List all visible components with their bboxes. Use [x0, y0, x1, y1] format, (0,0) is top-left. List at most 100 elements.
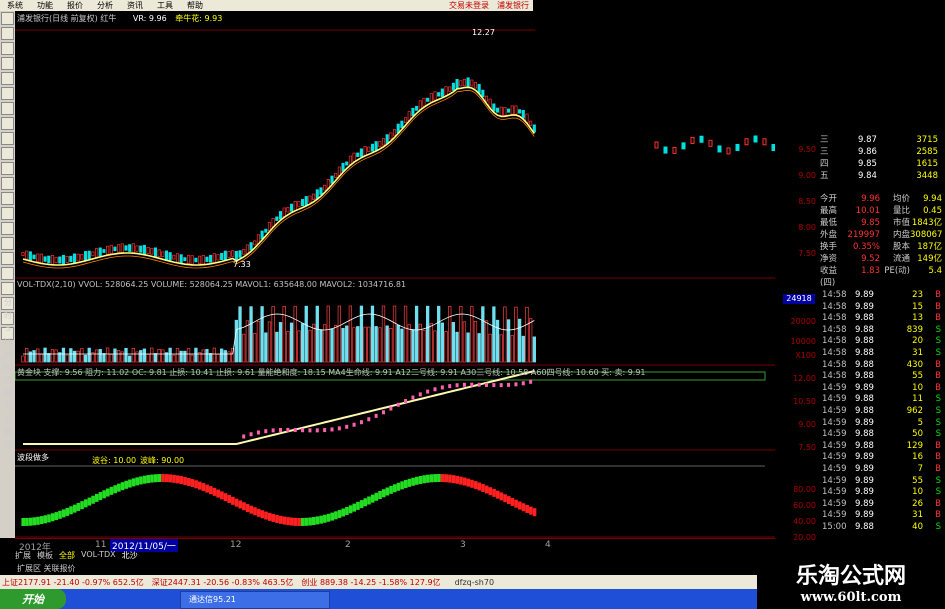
period-item[interactable]: 分: [2, 296, 14, 309]
wave-block: [120, 482, 125, 491]
trade-ticks[interactable]: 14:58 9.89 23 B 14:58 9.89 15 B 14:58 9.88 13 B 14:5…: [822, 290, 945, 533]
volume-bar: [359, 305, 364, 363]
ma-marker: [521, 381, 525, 386]
toolbar-button[interactable]: [1, 222, 14, 235]
period-selector[interactable]: 分时 5 15 30 60 日周月多季年: [2, 296, 14, 452]
wave-block: [161, 474, 165, 483]
toolbar-button[interactable]: [1, 177, 14, 190]
volume-bar: [326, 305, 330, 363]
volume-bar: [186, 348, 191, 363]
period-item[interactable]: 30: [2, 348, 14, 361]
candle: [179, 254, 183, 263]
candle: [242, 249, 246, 255]
tab-vol-tdx[interactable]: VOL-TDX: [81, 550, 116, 562]
period-item[interactable]: 日: [2, 374, 14, 387]
menu-news[interactable]: 资讯: [120, 0, 150, 11]
menu-help[interactable]: 帮助: [180, 0, 210, 11]
ma-marker: [499, 383, 503, 388]
toolbar-button[interactable]: [1, 42, 14, 55]
candle: [47, 255, 51, 264]
period-item[interactable]: 5: [2, 322, 14, 335]
wave-block: [43, 515, 48, 524]
volume-bar: [334, 324, 338, 363]
period-item[interactable]: 多: [2, 413, 14, 426]
candle: [451, 82, 455, 91]
wave-block: [54, 512, 59, 521]
period-item[interactable]: 季: [2, 426, 14, 439]
tab-expand[interactable]: 扩展: [15, 550, 31, 562]
toolbar-button[interactable]: [1, 117, 14, 130]
volume-bar: [514, 306, 518, 363]
toolbar-button[interactable]: [1, 252, 14, 265]
candle: [39, 253, 43, 264]
stat-row: 今开 9.96 均价 9.94: [820, 194, 942, 204]
toolbar-button[interactable]: [1, 12, 14, 25]
toolbar-button[interactable]: [1, 132, 14, 145]
menu-quote[interactable]: 报价: [60, 0, 90, 11]
candle: [323, 184, 327, 191]
candle: [212, 253, 216, 263]
wave-block: [396, 482, 401, 491]
toolbar-button[interactable]: [1, 162, 14, 175]
wave-block: [106, 488, 110, 497]
toolbar-button[interactable]: [1, 282, 14, 295]
toolbar-button[interactable]: [1, 192, 14, 205]
period-item[interactable]: 月: [2, 400, 14, 413]
volume-bar: [440, 322, 445, 363]
candle: [43, 256, 47, 262]
period-item[interactable]: 60: [2, 361, 14, 374]
candle: [345, 161, 349, 166]
wave-block: [444, 474, 449, 483]
wave-block: [142, 475, 147, 484]
bottom-tabs[interactable]: 扩展区 关联报价: [17, 563, 76, 574]
toolbar-button[interactable]: [1, 72, 14, 85]
wave-block: [220, 491, 224, 500]
period-item[interactable]: 15: [2, 335, 14, 348]
menu-analysis[interactable]: 分析: [90, 0, 120, 11]
toolbar-button[interactable]: [1, 207, 14, 220]
tab-all[interactable]: 全部: [59, 550, 75, 562]
wave-block: [521, 503, 526, 512]
task-button[interactable]: 通达信95.21: [180, 591, 330, 609]
candle: [762, 138, 767, 146]
trade-row: 14:59 9.89 31 B: [822, 510, 941, 521]
toolbar-button[interactable]: [1, 267, 14, 280]
toolbar-button[interactable]: [1, 57, 14, 70]
volume-bar: [39, 353, 44, 363]
start-button[interactable]: 开始: [0, 589, 66, 609]
volume-bar: [521, 335, 525, 363]
period-item[interactable]: 周: [2, 387, 14, 400]
candle: [216, 254, 220, 261]
ma-line: [22, 86, 535, 266]
candle: [363, 146, 367, 156]
login-status[interactable]: 交易未登录: [445, 0, 493, 11]
toolbar-button[interactable]: [1, 27, 14, 40]
menu-function[interactable]: 功能: [30, 0, 60, 11]
candle: [510, 105, 514, 115]
volume-bar: [190, 354, 194, 363]
menu-tools[interactable]: 工具: [150, 0, 180, 11]
ma-marker: [330, 427, 334, 432]
candle: [223, 250, 227, 261]
ma-scale: 12.00 10.50 9.00 7.50: [793, 374, 816, 452]
period-item[interactable]: 时: [2, 309, 14, 322]
wave-block: [124, 480, 128, 489]
volume-bar: [525, 306, 529, 363]
wave-block: [227, 494, 231, 503]
volume-bar: [400, 328, 404, 363]
wave-block: [411, 477, 415, 486]
tab-template[interactable]: 模板: [37, 550, 53, 562]
menu-system[interactable]: 系统: [0, 0, 30, 11]
candle: [25, 250, 29, 260]
toolbar-button[interactable]: [1, 237, 14, 250]
wave-block: [76, 502, 81, 511]
period-item[interactable]: 年: [2, 439, 14, 452]
toolbar-button[interactable]: [1, 102, 14, 115]
toolbar-button[interactable]: [1, 147, 14, 160]
tab-north[interactable]: 北沙: [122, 550, 138, 562]
trade-row: 14:59 9.89 10 B: [822, 382, 941, 393]
candle: [400, 120, 404, 129]
candle: [21, 252, 25, 256]
wave-block: [183, 476, 187, 485]
toolbar-button[interactable]: [1, 87, 14, 100]
